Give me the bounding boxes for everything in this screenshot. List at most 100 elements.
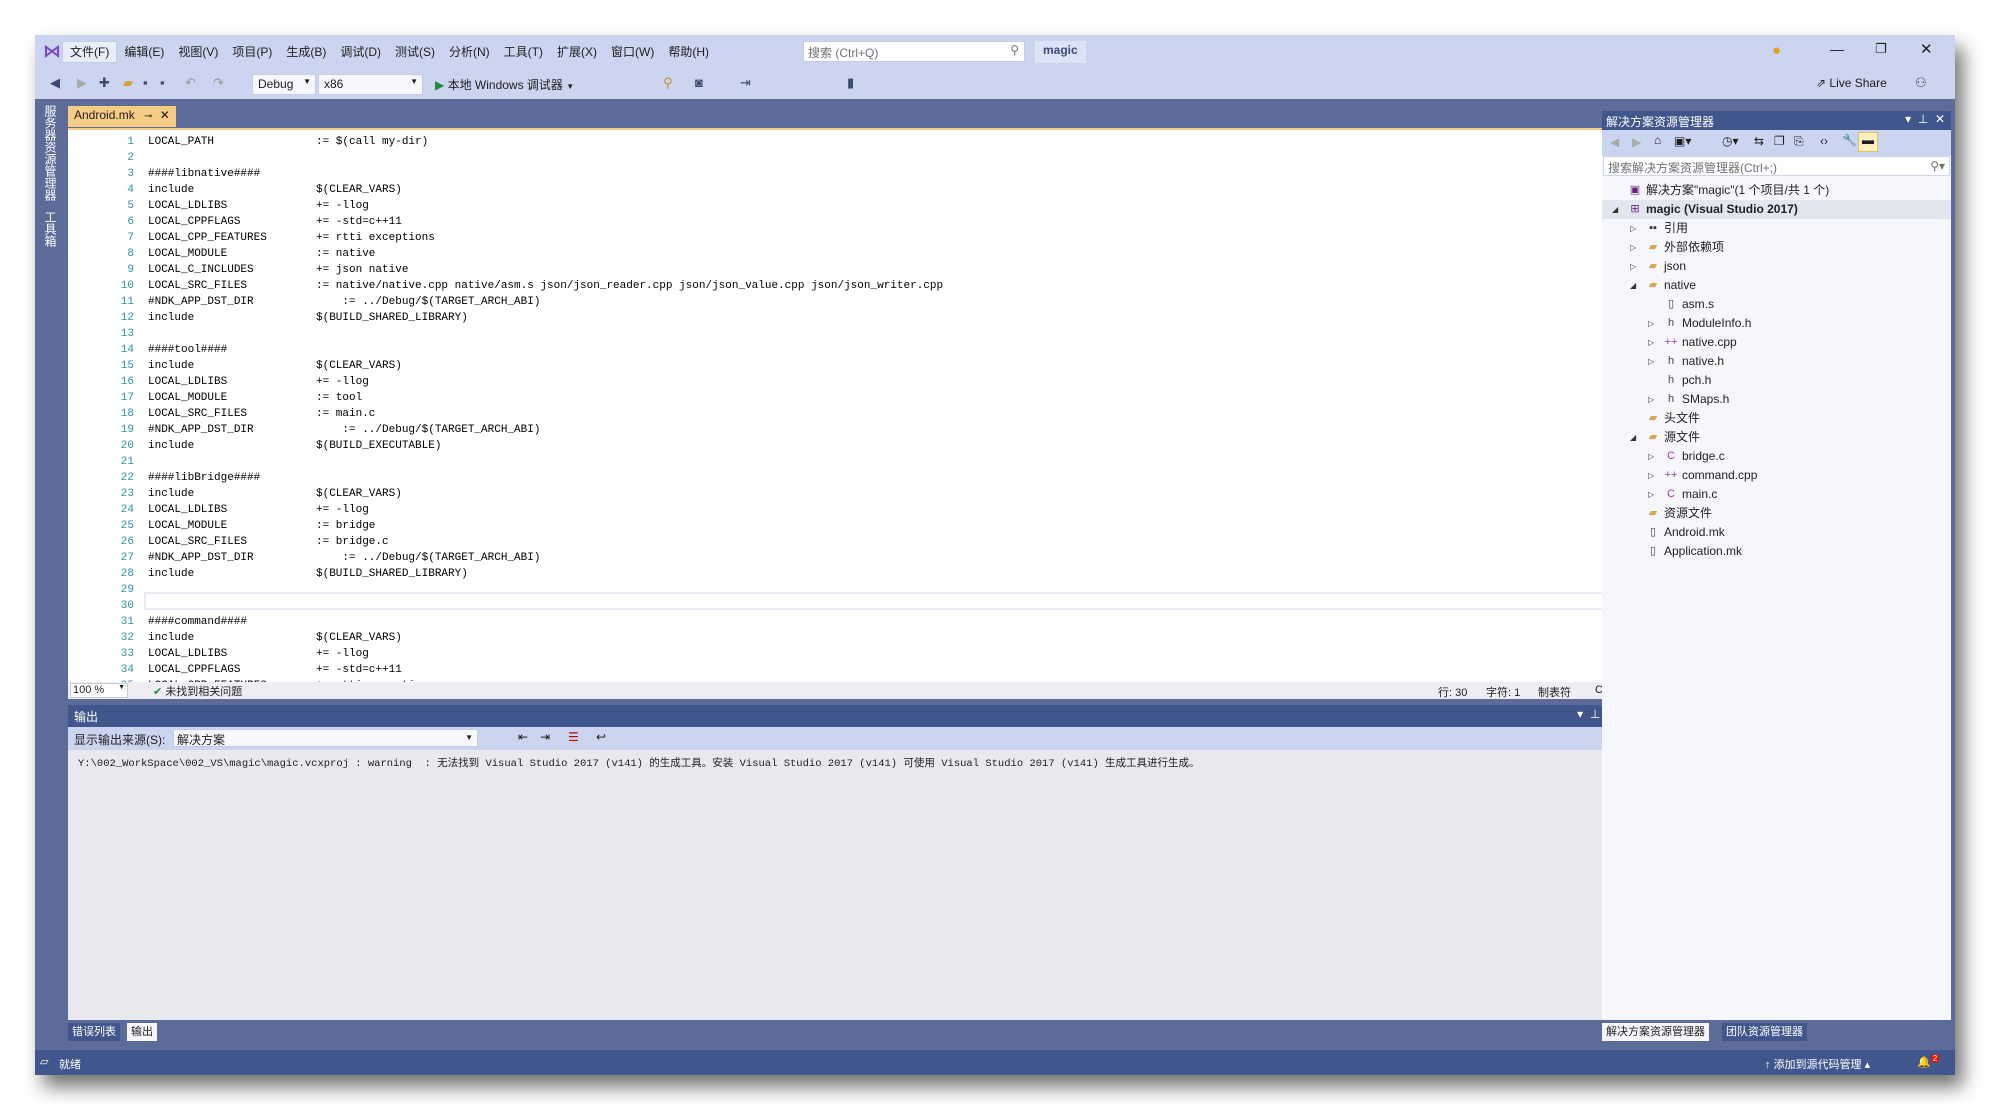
sync-icon[interactable]: ⇆ [1754,134,1764,148]
forward-icon[interactable]: ▶ [77,75,87,91]
menu-item-6[interactable]: 测试(S) [388,42,442,62]
tab-solution-explorer[interactable]: 解决方案资源管理器 [1602,1023,1709,1041]
tree-item[interactable]: ▰ 头文件 [1602,409,1951,428]
tabs-indicator[interactable]: 制表符 [1538,684,1571,700]
expand-arrow-icon[interactable]: ▷ [1648,485,1654,504]
screenshot-icon[interactable]: ◙ [695,75,703,90]
search-input[interactable]: 搜索 (Ctrl+Q) ⚲ [803,41,1025,62]
expand-arrow-icon[interactable]: ▷ [1648,314,1654,333]
menu-item-3[interactable]: 项目(P) [225,42,279,62]
tree-item[interactable]: ◢ ⊞ magic (Visual Studio 2017) [1602,200,1951,219]
collapse-arrow-icon[interactable]: ◢ [1630,276,1636,295]
expand-arrow-icon[interactable]: ▷ [1648,447,1654,466]
show-all-files-icon[interactable]: ⎘ [1794,134,1804,149]
tree-item[interactable]: ▰ 资源文件 [1602,504,1951,523]
menu-item-9[interactable]: 扩展(X) [550,42,604,62]
pending-changes-icon[interactable]: ◷▾ [1722,134,1739,148]
menu-item-5[interactable]: 调试(D) [333,42,388,62]
add-source-control-button[interactable]: ↑ 添加到源代码管理 ▴ [1765,1056,1870,1072]
tree-item[interactable]: ▷ h native.h [1602,352,1951,371]
tree-item[interactable]: ▷ Cbridge.c [1602,447,1951,466]
home-icon[interactable]: ⌂ [1654,133,1661,147]
expand-arrow-icon[interactable]: ▷ [1648,333,1654,352]
menu-item-2[interactable]: 视图(V) [171,42,225,62]
close-button[interactable]: ✕ [1920,40,1933,58]
tab-android-mk[interactable]: Android.mk ⊸ ✕ [68,106,176,127]
tree-item[interactable]: ◢ ▰ 源文件 [1602,428,1951,447]
expand-arrow-icon[interactable]: ▷ [1648,466,1654,485]
close-tab-icon[interactable]: ✕ [160,108,170,122]
feedback-icon[interactable]: ● [1772,42,1781,59]
menu-item-1[interactable]: 编辑(E) [117,42,171,62]
tree-item[interactable]: ▷ ++ command.cpp [1602,466,1951,485]
expand-arrow-icon[interactable]: ▷ [1630,219,1636,238]
tree-item[interactable]: ◢ ▰ native [1602,276,1951,295]
expand-arrow-icon[interactable]: ▷ [1630,257,1636,276]
tab-error-list[interactable]: 错误列表 [68,1023,120,1041]
menu-item-4[interactable]: 生成(B) [279,42,333,62]
preview-selected-icon[interactable]: ▬ [1858,132,1878,152]
solution-search-input[interactable]: 搜索解决方案资源管理器(Ctrl+;) ⚲▾ [1603,156,1950,176]
restore-button[interactable]: ❐ [1875,41,1887,57]
collapse-arrow-icon[interactable]: ◢ [1612,200,1618,219]
bookmark-icon[interactable]: ▮ [847,75,854,91]
notifications-icon[interactable]: 🔔 2 [1917,1054,1940,1069]
collapse-all-icon[interactable]: ❐ [1774,134,1785,148]
word-wrap-icon[interactable]: ↩ [596,730,606,744]
menu-item-10[interactable]: 窗口(W) [604,42,661,62]
account-feedback-icon[interactable]: ⚇ [1915,75,1927,91]
tree-item[interactable]: ▷ h ModuleInfo.h [1602,314,1951,333]
undo-icon[interactable]: ↶ [185,75,196,91]
clear-all-icon[interactable]: ☰ [568,730,579,744]
start-debugging-button[interactable]: ▶ 本地 Windows 调试器 ▼ [435,76,574,93]
back-icon[interactable]: ◀ [50,75,60,91]
new-project-icon[interactable]: ✚ [99,75,110,91]
save-all-icon[interactable]: ▪ [160,75,165,90]
no-issues-indicator[interactable]: ✔ 未找到相关问题 [153,683,242,699]
tab-team-explorer[interactable]: 团队资源管理器 [1722,1023,1807,1041]
open-icon[interactable]: ▰ [123,75,133,91]
menu-item-7[interactable]: 分析(N) [442,42,497,62]
configuration-dropdown[interactable]: Debug ▼ [252,74,316,95]
pin-icon[interactable]: ⊸ [144,111,152,122]
tree-item[interactable]: ▷ ▰ 外部依赖项 [1602,238,1951,257]
save-icon[interactable]: ▪ [143,75,148,90]
tree-item[interactable]: ▯ Application.mk [1602,542,1951,561]
tree-item[interactable]: ▷ h SMaps.h [1602,390,1951,409]
view-code-icon[interactable]: ‹› [1820,134,1828,148]
back-icon[interactable]: ◀ [1610,135,1619,149]
output-source-dropdown[interactable]: 解决方案 ▼ [173,729,478,747]
tree-item[interactable]: ▣ 解决方案"magic"(1 个项目/共 1 个) [1602,181,1951,200]
tree-item[interactable]: ▯ Android.mk [1602,523,1951,542]
expand-arrow-icon[interactable]: ▷ [1648,352,1654,371]
tree-item[interactable]: ▷ ++ native.cpp [1602,333,1951,352]
tree-item[interactable]: ▷ Cmain.c [1602,485,1951,504]
collapse-arrow-icon[interactable]: ◢ [1630,428,1636,447]
tree-item[interactable]: h pch.h [1602,371,1951,390]
output-text[interactable]: Y:\002_WorkSpace\002_VS\magic\magic.vcxp… [68,750,1625,1020]
code-editor[interactable]: 1 LOCAL_PATH:= $(call my-dir) 2 3 ####libnat… [68,128,1625,682]
properties-icon[interactable]: 🔧 [1842,133,1857,147]
panel-controls[interactable]: ▾ ⊥ ✕ [1905,112,1945,126]
menu-item-0[interactable]: 文件(F) [62,41,118,63]
expand-arrow-icon[interactable]: ▷ [1648,390,1654,409]
forward-icon[interactable]: ▶ [1632,135,1641,149]
tree-item[interactable]: ▯ asm.s [1602,295,1951,314]
tab-server-explorer[interactable]: 服务器资源管理器 [42,105,59,201]
goto-prev-icon[interactable]: ⇤ [518,730,528,744]
live-share-button[interactable]: ⇗ Live Share [1816,76,1887,90]
tree-item[interactable]: ▷ ▰ json [1602,257,1951,276]
tab-toolbox[interactable]: 工具箱 [42,211,59,247]
menu-item-8[interactable]: 工具(T) [497,42,550,62]
redo-icon[interactable]: ↷ [213,75,224,91]
tree-item[interactable]: ▷ ▪▪ 引用 [1602,219,1951,238]
platform-dropdown[interactable]: x86 ▼ [318,74,423,95]
menu-item-11[interactable]: 帮助(H) [661,42,716,62]
find-icon[interactable]: ⚲ [663,75,673,91]
goto-next-icon[interactable]: ⇥ [540,730,550,744]
zoom-dropdown[interactable]: 100 % ▼ [70,683,128,698]
step-icon[interactable]: ⇥ [740,75,751,91]
minimize-button[interactable]: — [1830,41,1844,57]
expand-arrow-icon[interactable]: ▷ [1630,238,1636,257]
switch-views-icon[interactable]: ▣▾ [1674,134,1691,148]
